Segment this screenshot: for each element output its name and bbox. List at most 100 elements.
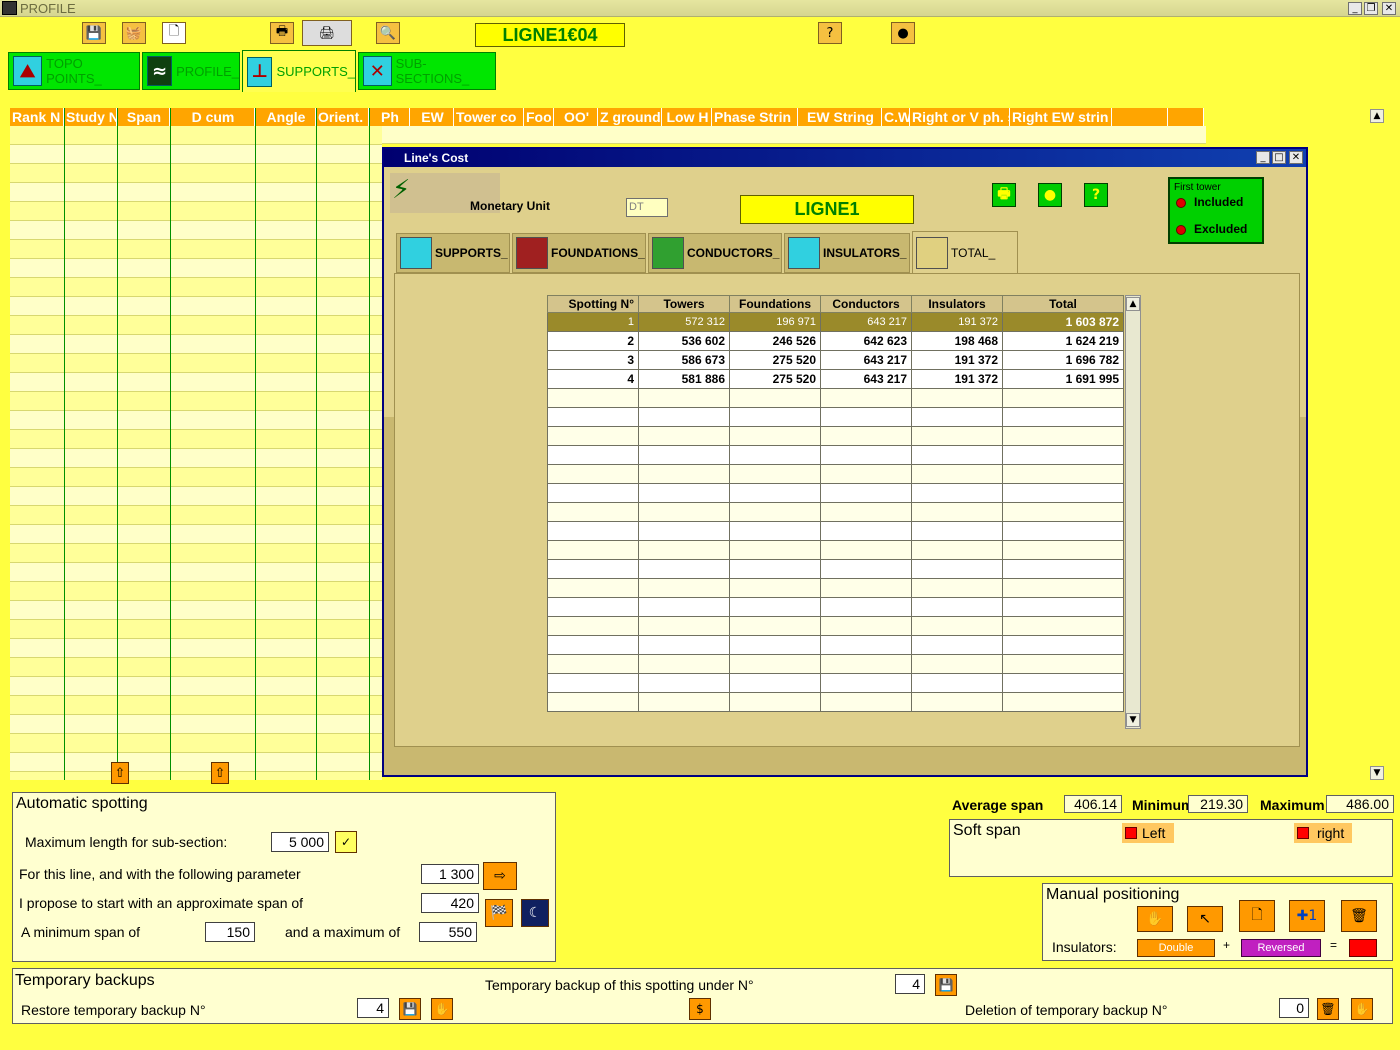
table-cell[interactable] <box>1002 464 1124 484</box>
table-column-header[interactable]: Foundations <box>729 295 821 313</box>
table-cell[interactable] <box>547 388 639 408</box>
table-cell[interactable] <box>547 540 639 560</box>
table-cell[interactable] <box>638 692 730 712</box>
table-row[interactable] <box>547 407 1124 427</box>
table-cell[interactable] <box>1002 521 1124 541</box>
table-row[interactable] <box>547 483 1124 503</box>
table-cell[interactable] <box>820 388 912 408</box>
help-icon[interactable]: ? <box>1084 183 1108 207</box>
table-cell[interactable]: 246 526 <box>729 331 821 351</box>
table-cell[interactable] <box>729 673 821 693</box>
table-cell[interactable] <box>547 521 639 541</box>
column-header[interactable]: Ph <box>369 108 410 126</box>
table-cell[interactable] <box>638 654 730 674</box>
table-cell[interactable] <box>1002 407 1124 427</box>
table-cell[interactable]: 642 623 <box>820 331 912 351</box>
table-cell[interactable] <box>729 654 821 674</box>
table-cell[interactable] <box>1002 483 1124 503</box>
column-header[interactable]: EW String <box>798 108 882 126</box>
tab-sub-sections[interactable]: ✕ SUB-SECTIONS_ <box>358 52 496 90</box>
column-header[interactable]: Phase Strin <box>712 108 798 126</box>
minimize-button[interactable]: _ <box>1348 2 1362 15</box>
exit-icon[interactable]: ● <box>1038 183 1062 207</box>
table-cell[interactable] <box>820 521 912 541</box>
column-header[interactable] <box>1168 108 1204 126</box>
table-cell[interactable] <box>729 616 821 636</box>
column-header[interactable]: Angle <box>255 108 316 126</box>
table-cell[interactable] <box>547 483 639 503</box>
delete-icon[interactable]: 🗑 <box>1341 900 1377 932</box>
table-cell[interactable] <box>547 616 639 636</box>
table-row[interactable] <box>547 559 1124 579</box>
save-icon[interactable]: 💾 <box>82 22 106 44</box>
table-cell[interactable] <box>911 426 1003 446</box>
table-cell[interactable] <box>1002 502 1124 522</box>
column-header[interactable]: Orient. <box>316 108 369 126</box>
table-cell[interactable]: 191 372 <box>911 369 1003 389</box>
table-cell[interactable] <box>911 464 1003 484</box>
arrow-up-icon[interactable]: ⇧ <box>111 762 129 784</box>
table-cell[interactable] <box>638 578 730 598</box>
table-cell[interactable] <box>820 445 912 465</box>
close-button[interactable]: ✕ <box>1382 2 1396 15</box>
soft-span-left-toggle[interactable]: Left <box>1122 823 1174 843</box>
table-cell[interactable] <box>638 540 730 560</box>
dialog-close-button[interactable]: ✕ <box>1289 151 1303 164</box>
table-cell[interactable] <box>638 502 730 522</box>
basket-icon[interactable]: 🧺 <box>122 22 146 44</box>
table-cell[interactable] <box>911 521 1003 541</box>
table-cell[interactable] <box>911 388 1003 408</box>
table-cell[interactable] <box>911 559 1003 579</box>
table-cell[interactable]: 191 372 <box>911 312 1003 332</box>
table-cell[interactable] <box>547 673 639 693</box>
table-cell[interactable]: 3 <box>547 350 639 370</box>
table-cell[interactable] <box>911 540 1003 560</box>
column-header[interactable]: Span <box>117 108 170 126</box>
included-radio[interactable] <box>1176 198 1186 208</box>
delete-backup-input[interactable]: 0 <box>1279 998 1309 1018</box>
table-cell[interactable] <box>820 597 912 617</box>
table-cell[interactable] <box>820 464 912 484</box>
start-flag-icon[interactable]: 🏁 <box>485 899 513 927</box>
table-cell[interactable] <box>638 464 730 484</box>
tab-total[interactable]: TOTAL_ <box>912 231 1018 273</box>
table-cell[interactable] <box>820 692 912 712</box>
table-cell[interactable] <box>1002 445 1124 465</box>
large-printer-icon[interactable]: 🖨 <box>302 20 352 46</box>
table-cell[interactable] <box>547 578 639 598</box>
table-cell[interactable] <box>1002 540 1124 560</box>
zoom-icon[interactable]: 🔍 <box>376 22 400 44</box>
dialog-maximize-button[interactable]: □ <box>1272 151 1286 164</box>
tab-supports[interactable]: SUPPORTS_ <box>396 233 510 273</box>
tab-foundations[interactable]: FOUNDATIONS_ <box>512 233 646 273</box>
table-cell[interactable] <box>729 388 821 408</box>
table-cell[interactable]: 196 971 <box>729 312 821 332</box>
dollar-icon[interactable]: $ <box>689 998 711 1020</box>
table-cell[interactable] <box>547 426 639 446</box>
table-cell[interactable] <box>729 521 821 541</box>
table-cell[interactable] <box>911 407 1003 427</box>
add-one-icon[interactable]: ✚1 <box>1289 900 1325 932</box>
table-row[interactable] <box>547 502 1124 522</box>
table-cell[interactable]: 1 <box>547 312 639 332</box>
table-cell[interactable]: 643 217 <box>820 312 912 332</box>
table-cell[interactable] <box>1002 616 1124 636</box>
table-row[interactable] <box>547 464 1124 484</box>
table-cell[interactable] <box>820 578 912 598</box>
table-cell[interactable] <box>911 445 1003 465</box>
table-column-header[interactable]: Conductors <box>820 295 912 313</box>
new-document-icon[interactable]: 🗋 <box>162 22 186 44</box>
scroll-up-icon[interactable]: ▲ <box>1370 109 1384 123</box>
parameter-input[interactable]: 1 300 <box>421 864 479 884</box>
column-header[interactable]: OO' <box>554 108 598 126</box>
column-header[interactable]: Right or V ph. s <box>910 108 1010 126</box>
table-cell[interactable]: 581 886 <box>638 369 730 389</box>
table-cell[interactable] <box>911 616 1003 636</box>
approx-span-input[interactable]: 420 <box>421 893 479 913</box>
table-cell[interactable] <box>729 635 821 655</box>
table-row[interactable] <box>547 635 1124 655</box>
table-cell[interactable] <box>729 578 821 598</box>
column-header[interactable]: Rank N <box>10 108 64 126</box>
table-row[interactable] <box>547 692 1124 712</box>
column-header[interactable]: Z ground <box>598 108 662 126</box>
